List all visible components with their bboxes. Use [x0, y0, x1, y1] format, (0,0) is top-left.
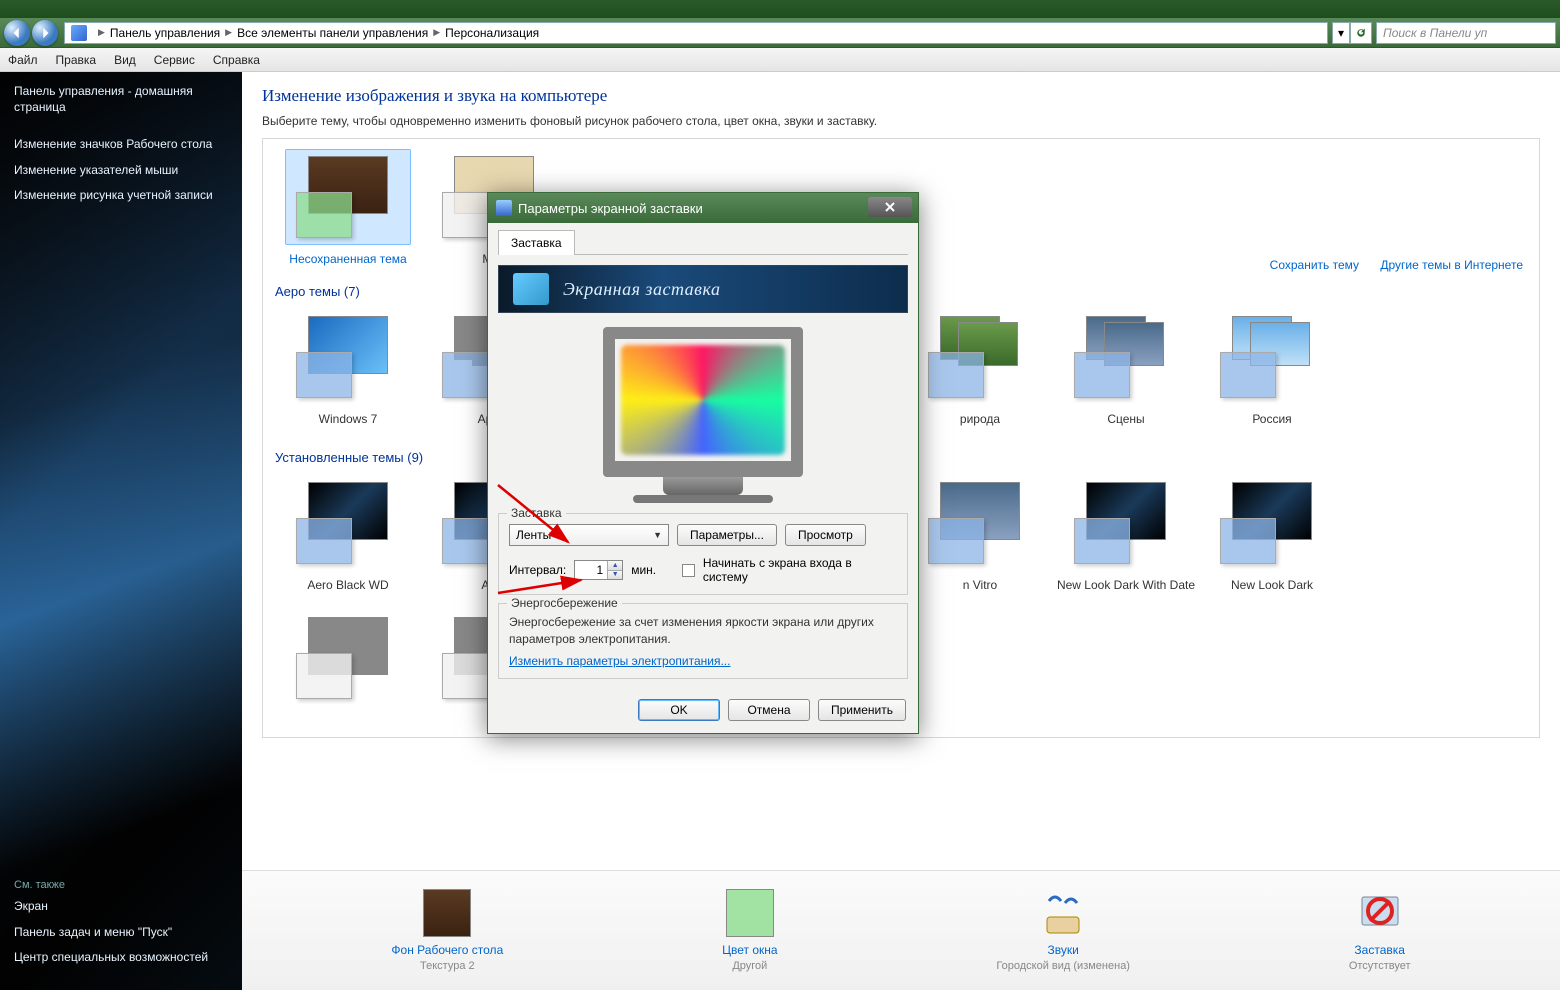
screensaver-group: Заставка Ленты▼ Параметры... Просмотр Ин…: [498, 513, 908, 595]
theme-newlook-date[interactable]: New Look Dark With Date: [1053, 475, 1199, 592]
sidebar-mouse-pointers[interactable]: Изменение указателей мыши: [14, 163, 228, 179]
tab-screensaver[interactable]: Заставка: [498, 230, 575, 255]
logon-checkbox-label: Начинать с экрана входа в систему: [703, 556, 897, 584]
interval-label: Интервал:: [509, 563, 566, 577]
interval-spinner[interactable]: ▲▼: [574, 560, 623, 580]
sidebar-home[interactable]: Панель управления - домашняя страница: [14, 84, 228, 115]
menu-bar: Файл Правка Вид Сервис Справка: [0, 48, 1560, 72]
power-group: Энергосбережение Энергосбережение за сче…: [498, 603, 908, 679]
apply-button[interactable]: Применить: [818, 699, 906, 721]
page-subtitle: Выберите тему, чтобы одновременно измени…: [262, 114, 1540, 128]
window-color-button[interactable]: Цвет окна Другой: [722, 889, 777, 972]
refresh-button[interactable]: [1350, 22, 1372, 44]
sidebar-accessibility[interactable]: Центр специальных возможностей: [14, 950, 228, 966]
menu-help[interactable]: Справка: [213, 53, 260, 67]
sounds-button[interactable]: Звуки Городской вид (изменена): [996, 889, 1130, 972]
back-button[interactable]: [4, 20, 30, 46]
breadcrumb-seg-2[interactable]: Все элементы панели управления: [237, 26, 428, 40]
theme-aero-black[interactable]: Aero Black WD: [275, 475, 421, 592]
spinner-up[interactable]: ▲: [608, 561, 622, 571]
screensaver-dialog: Параметры экранной заставки Заставка Экр…: [487, 192, 919, 734]
breadcrumb-seg-3[interactable]: Персонализация: [445, 26, 539, 40]
theme-newlook[interactable]: New Look Dark: [1199, 475, 1345, 592]
menu-view[interactable]: Вид: [114, 53, 136, 67]
menu-edit[interactable]: Правка: [56, 53, 97, 67]
sidebar-desktop-icons[interactable]: Изменение значков Рабочего стола: [14, 137, 228, 153]
sidebar-account-picture[interactable]: Изменение рисунка учетной записи: [14, 188, 228, 204]
more-themes-link[interactable]: Другие темы в Интернете: [1380, 258, 1523, 272]
dialog-icon: [496, 200, 512, 216]
dialog-banner: Экранная заставка: [498, 265, 908, 313]
interval-input[interactable]: [575, 561, 607, 579]
banner-icon: [513, 273, 549, 305]
color-icon: [726, 889, 774, 937]
menu-file[interactable]: Файл: [8, 53, 38, 67]
search-input[interactable]: Поиск в Панели уп: [1376, 22, 1556, 44]
navigation-bar: ▶ Панель управления ▶ Все элементы панел…: [0, 18, 1560, 48]
close-button[interactable]: [868, 197, 912, 217]
theme-nvitro[interactable]: n Vitro: [907, 475, 1053, 592]
page-title: Изменение изображения и звука на компьют…: [262, 86, 1540, 106]
sidebar-taskbar[interactable]: Панель задач и меню "Пуск": [14, 925, 228, 941]
settings-button[interactable]: Параметры...: [677, 524, 777, 546]
cancel-button[interactable]: Отмена: [728, 699, 810, 721]
screensaver-icon: [1356, 889, 1404, 937]
control-panel-icon: [71, 25, 87, 41]
bottom-bar: Фон Рабочего стола Текстура 2 Цвет окна …: [242, 870, 1560, 990]
sidebar-display[interactable]: Экран: [14, 899, 228, 915]
ok-button[interactable]: OK: [638, 699, 720, 721]
power-settings-link[interactable]: Изменить параметры электропитания...: [509, 654, 730, 668]
theme-item[interactable]: [275, 610, 421, 709]
screensaver-button[interactable]: Заставка Отсутствует: [1349, 889, 1411, 972]
theme-nature[interactable]: рирода: [907, 309, 1053, 426]
wallpaper-icon: [423, 889, 471, 937]
window-titlebar: [0, 0, 1560, 18]
dialog-title-text: Параметры экранной заставки: [518, 201, 703, 216]
sounds-icon: [1039, 889, 1087, 937]
theme-russia[interactable]: Россия: [1199, 309, 1345, 426]
breadcrumb[interactable]: ▶ Панель управления ▶ Все элементы панел…: [64, 22, 1328, 44]
screensaver-dropdown[interactable]: Ленты▼: [509, 524, 669, 546]
forward-button[interactable]: [32, 20, 58, 46]
logon-checkbox[interactable]: [682, 564, 695, 577]
sidebar-see-also: См. также: [14, 879, 228, 891]
desktop-background-button[interactable]: Фон Рабочего стола Текстура 2: [391, 889, 503, 972]
save-theme-link[interactable]: Сохранить тему: [1270, 258, 1359, 272]
address-dropdown[interactable]: ▾: [1332, 22, 1350, 44]
sidebar: Панель управления - домашняя страница Из…: [0, 72, 242, 990]
preview-button[interactable]: Просмотр: [785, 524, 866, 546]
spinner-down[interactable]: ▼: [608, 571, 622, 580]
dialog-titlebar[interactable]: Параметры экранной заставки: [488, 193, 918, 223]
theme-windows7[interactable]: Windows 7: [275, 309, 421, 426]
theme-unsaved[interactable]: Несохраненная тема: [275, 149, 421, 266]
menu-tools[interactable]: Сервис: [154, 53, 195, 67]
theme-scenes[interactable]: Сцены: [1053, 309, 1199, 426]
breadcrumb-seg-1[interactable]: Панель управления: [110, 26, 220, 40]
preview-monitor: [593, 327, 813, 503]
